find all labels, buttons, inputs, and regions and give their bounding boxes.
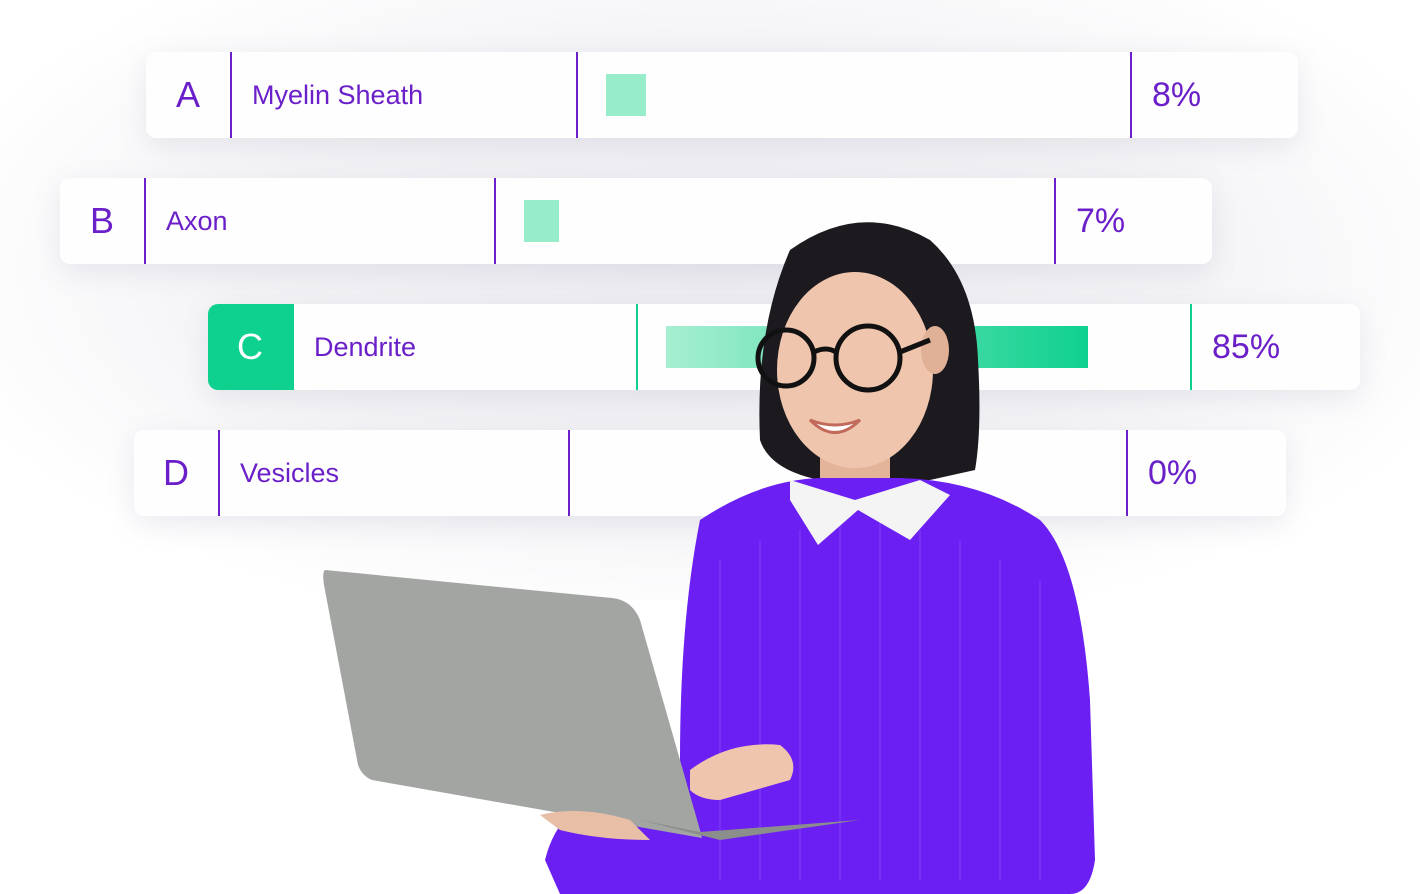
hand [690,744,794,800]
option-percent: 8% [1152,75,1202,114]
answer-option-b[interactable]: B Axon 7% [60,178,1212,264]
option-letter: B [60,178,146,264]
result-bar-track [578,52,1132,138]
answer-option-a[interactable]: A Myelin Sheath 8% [146,52,1298,138]
result-bar-fill [666,326,1088,368]
laptop-lid [323,570,702,838]
laptop-base [640,820,860,840]
result-bar-fill [524,200,560,242]
option-percent: 7% [1076,201,1126,240]
answer-option-c[interactable]: C Dendrite 85% [208,304,1360,390]
lower-hand [540,811,650,840]
option-percent: 0% [1148,453,1198,492]
option-percent: 85% [1212,327,1281,366]
option-label: Vesicles [220,430,570,516]
option-label: Axon [146,178,496,264]
result-bar-track [496,178,1056,264]
result-bar-track [638,304,1192,390]
option-label: Myelin Sheath [232,52,578,138]
option-label: Dendrite [294,304,638,390]
option-letter: D [134,430,220,516]
answer-option-d[interactable]: D Vesicles 0% [134,430,1286,516]
option-letter: C [208,304,294,390]
option-letter: A [146,52,232,138]
result-bar-fill [606,74,646,116]
result-bar-track [570,430,1128,516]
